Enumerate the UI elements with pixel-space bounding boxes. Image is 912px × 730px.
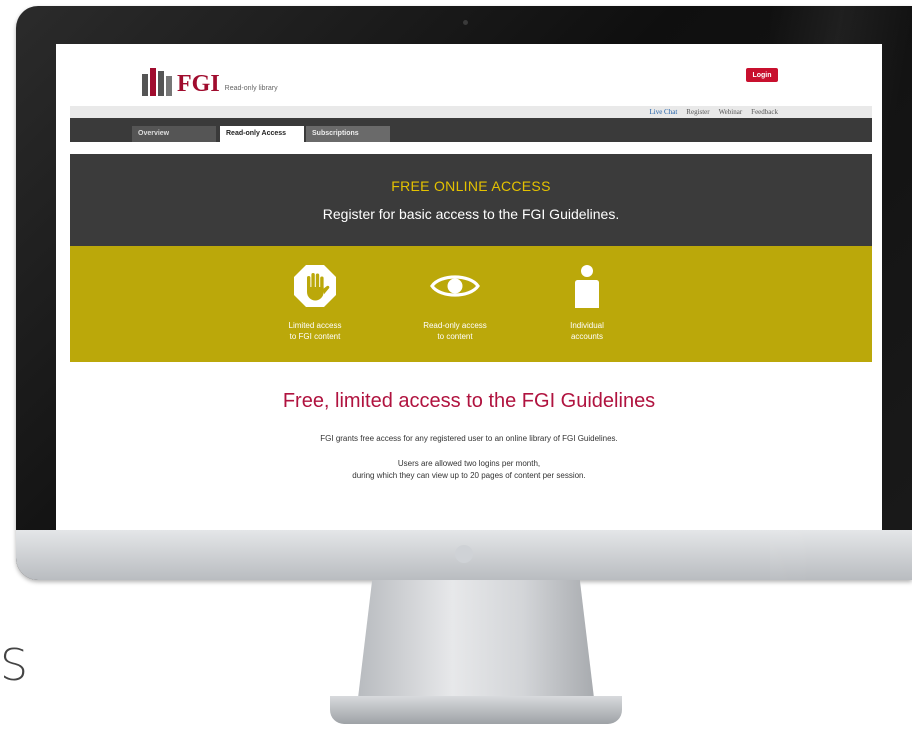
screen: FGI Read-only library Login Live Chat Re…: [56, 44, 882, 530]
register-link[interactable]: Register: [686, 106, 709, 118]
utility-bar: Live Chat Register Webinar Feedback: [70, 106, 872, 118]
usage-line-1: Users are allowed two logins per month,: [397, 459, 541, 468]
monitor-stand: [358, 580, 594, 698]
main-heading: Free, limited access to the FGI Guidelin…: [282, 390, 656, 412]
tab-read-only-access[interactable]: Read-only Access: [220, 126, 304, 142]
camera: [463, 20, 468, 25]
usage-paragraph: Users are allowed two logins per month, …: [56, 458, 882, 482]
features-band: Limited access to FGI content Read-only …: [70, 246, 872, 362]
logo-dot: [455, 545, 473, 563]
monitor-stand-base: [330, 696, 622, 724]
logo-text: FGI: [177, 71, 220, 97]
edge-glyph: S: [0, 640, 28, 691]
feature-individual-accounts: Individual accounts: [532, 264, 642, 342]
utility-links: Live Chat Register Webinar Feedback: [649, 106, 778, 118]
feature-label-line1: Limited access: [288, 321, 342, 330]
hero-kicker: FREE ONLINE ACCESS: [391, 178, 551, 194]
feature-label-line2: to FGI content: [289, 332, 341, 341]
person-icon: [532, 264, 642, 308]
feedback-link[interactable]: Feedback: [751, 106, 778, 118]
hero-title: Register for basic access to the FGI Gui…: [322, 206, 620, 222]
feature-limited-access: Limited access to FGI content: [260, 264, 370, 342]
usage-line-2: during which they can view up to 20 page…: [352, 471, 586, 480]
hand-stop-icon: [260, 264, 370, 308]
intro-paragraph: FGI grants free access for any registere…: [320, 434, 618, 443]
logo-subtitle: Read-only library: [224, 85, 278, 92]
monitor-chin: [16, 530, 912, 580]
tab-subscriptions[interactable]: Subscriptions: [306, 126, 390, 142]
feature-read-only: Read-only access to content: [400, 264, 510, 342]
feature-label-line2: to content: [437, 332, 473, 341]
login-button[interactable]: Login: [746, 68, 778, 82]
eye-icon: [400, 264, 510, 308]
tab-bar: Overview Read-only Access Subscriptions: [70, 118, 872, 142]
feature-label-line1: Read-only access: [423, 321, 487, 330]
hero-banner: FREE ONLINE ACCESS Register for basic ac…: [70, 154, 872, 246]
feature-label-line1: Individual: [570, 321, 604, 330]
building-icon: [142, 68, 172, 96]
tab-overview[interactable]: Overview: [132, 126, 216, 142]
feature-label-line2: accounts: [570, 332, 604, 341]
fgi-logo[interactable]: FGI Read-only library: [142, 68, 278, 96]
webinar-link[interactable]: Webinar: [719, 106, 743, 118]
live-chat-link[interactable]: Live Chat: [649, 106, 677, 118]
